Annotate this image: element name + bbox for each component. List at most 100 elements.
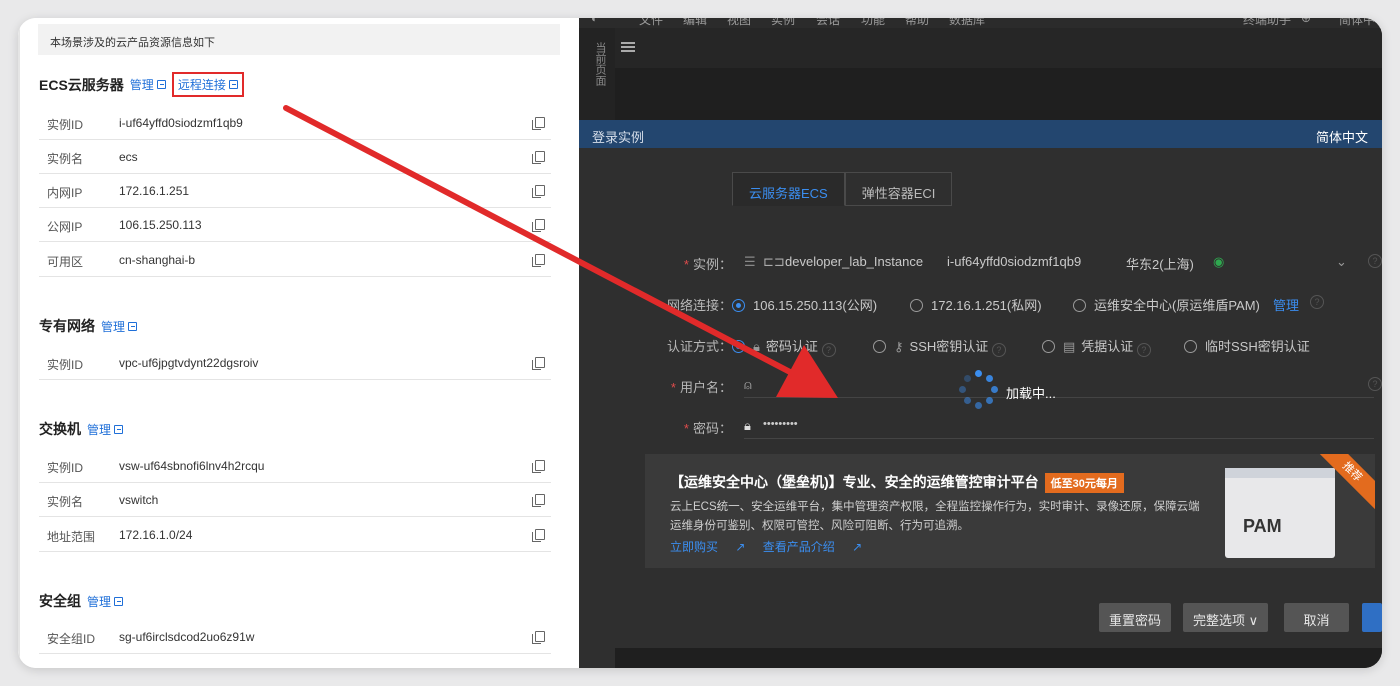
- confirm-button[interactable]: [1362, 603, 1382, 632]
- copy-icon[interactable]: [532, 254, 545, 267]
- password-row: * 密码： 🔒︎ •••••••••: [579, 414, 1382, 438]
- sg-section-header: 安全组 管理: [39, 591, 124, 611]
- open-link-icon: [128, 321, 138, 331]
- instance-region: 华东2(上海): [1126, 257, 1194, 272]
- menu-session[interactable]: 会话: [816, 18, 840, 28]
- network-row: 网络连接： 106.15.250.113(公网) 172.16.1.251(私网…: [579, 291, 1382, 315]
- tab-eci[interactable]: 弹性容器ECI: [844, 172, 953, 206]
- vswitch-title: 交换机: [39, 421, 81, 437]
- lock-icon: 🔒︎: [744, 418, 751, 433]
- password-input[interactable]: •••••••••: [763, 418, 798, 430]
- chevron-down-icon[interactable]: ⌄: [1336, 254, 1347, 270]
- side-strip: 当前页面: [579, 28, 615, 120]
- product-intro-link[interactable]: 查看产品介绍 ↗: [763, 540, 862, 554]
- remote-connect-link[interactable]: 远程连接: [171, 72, 244, 97]
- user-icon: ⍝: [744, 377, 752, 392]
- info-row: 内网IP 172.16.1.251: [39, 174, 551, 208]
- price-badge: 低至30元每月: [1044, 473, 1124, 493]
- terminal-assistant[interactable]: 终端助手: [1243, 18, 1291, 28]
- add-icon[interactable]: ⊕: [1301, 18, 1311, 25]
- loading-spinner-icon: [959, 370, 999, 410]
- username-label: * 用户名：: [670, 380, 732, 395]
- network-public-option[interactable]: 106.15.250.113(公网): [732, 295, 877, 314]
- full-options-button[interactable]: 完整选项 ∨: [1183, 603, 1269, 632]
- info-row: 实例名 vswitch: [39, 483, 551, 517]
- info-row: 实例ID vpc-uf6jpgtvdynt22dgsroiv: [39, 346, 551, 380]
- auth-password-option[interactable]: 🔒︎ 密码认证 ?: [732, 336, 836, 357]
- instance-name[interactable]: developer_lab_Instance: [785, 254, 923, 269]
- copy-icon[interactable]: [532, 219, 545, 232]
- vpc-section-header: 专有网络 管理: [39, 316, 138, 336]
- menu-feature[interactable]: 功能: [861, 18, 885, 28]
- copy-icon[interactable]: [532, 494, 545, 507]
- scrollbar[interactable]: [18, 18, 20, 668]
- network-manage-link[interactable]: 管理: [1273, 295, 1299, 314]
- menu-file[interactable]: 文件: [639, 18, 663, 28]
- instance-icon: ⊏⊐: [763, 254, 785, 269]
- menu-edit[interactable]: 编辑: [683, 18, 707, 28]
- open-link-icon: [156, 80, 166, 89]
- session-toolbar: [615, 28, 1382, 68]
- auth-ssh-option[interactable]: ⚷ SSH密钥认证 ?: [873, 336, 1006, 357]
- help-icon[interactable]: ?: [1368, 377, 1382, 391]
- instance-row: * 实例： ☰ ⊏⊐ developer_lab_Instance i-uf64y…: [579, 250, 1382, 274]
- language-switch[interactable]: 简体中文: [1316, 127, 1368, 146]
- menu-database[interactable]: 数据库: [949, 18, 985, 28]
- buy-now-link[interactable]: 立即购买 ↗: [670, 540, 745, 554]
- pam-illustration: PAM: [1225, 468, 1335, 558]
- vswitch-manage-link[interactable]: 管理: [87, 421, 124, 438]
- copy-icon[interactable]: [532, 151, 545, 164]
- copy-icon[interactable]: [532, 185, 545, 198]
- menu-view[interactable]: 视图: [727, 18, 751, 28]
- workbench-panel: ◐ 文件 编辑 视图 实例 会话 功能 帮助 数据库 终端助手 ⊕ 简体中 当前…: [579, 18, 1382, 668]
- menu-icon[interactable]: [621, 42, 635, 52]
- loading-text: 加载中...: [1006, 386, 1056, 401]
- info-row: 公网IP 106.15.250.113: [39, 208, 551, 242]
- copy-icon[interactable]: [532, 631, 545, 644]
- promo-card: 【运维安全中心（堡垒机)】专业、安全的运维管控审计平台 低至30元每月 云上ECS…: [645, 454, 1375, 568]
- auth-temp-ssh-option[interactable]: 临时SSH密钥认证: [1184, 336, 1310, 355]
- info-row: 实例名 ecs: [39, 140, 551, 174]
- auth-credential-option[interactable]: ▤ 凭据认证 ?: [1042, 336, 1151, 357]
- tab-ecs[interactable]: 云服务器ECS: [732, 172, 845, 206]
- instance-label: * 实例：: [683, 257, 732, 272]
- ecs-title: ECS云服务器: [39, 76, 124, 93]
- login-dialog-header: 登录实例 简体中文: [579, 120, 1382, 148]
- sg-manage-link[interactable]: 管理: [87, 593, 124, 610]
- help-icon[interactable]: ?: [1310, 295, 1324, 309]
- password-underline: [744, 438, 1374, 439]
- cancel-button[interactable]: 取消: [1284, 603, 1349, 632]
- dialog-title: 登录实例: [592, 130, 645, 145]
- help-icon[interactable]: ?: [1368, 254, 1382, 268]
- menu-help[interactable]: 帮助: [905, 18, 929, 28]
- info-row: 可用区 cn-shanghai-b: [39, 243, 551, 277]
- running-status-icon: ◉: [1213, 254, 1225, 269]
- login-dialog-body: 云服务器ECS 弹性容器ECI * 实例： ☰ ⊏⊐ developer_lab_…: [579, 148, 1382, 668]
- username-input[interactable]: [744, 397, 1374, 398]
- network-private-option[interactable]: 172.16.1.251(私网): [910, 295, 1042, 314]
- menu-instance[interactable]: 实例: [771, 18, 795, 28]
- vpc-title: 专有网络: [39, 318, 95, 334]
- copy-icon[interactable]: [532, 117, 545, 130]
- app-logo-icon: ◐: [591, 18, 599, 25]
- ecs-section-header: ECS云服务器 管理 远程连接: [39, 72, 244, 97]
- lang-menu[interactable]: 简体中: [1339, 18, 1375, 28]
- reset-password-button[interactable]: 重置密码: [1099, 603, 1172, 632]
- ecs-manage-link[interactable]: 管理: [130, 76, 166, 93]
- auth-label: 认证方式：: [666, 339, 732, 354]
- session-area: [615, 28, 1382, 120]
- current-page-label: 当前页面: [594, 42, 606, 86]
- copy-icon[interactable]: [532, 460, 545, 473]
- network-pam-option[interactable]: 运维安全中心(原运维盾PAM): [1073, 295, 1260, 314]
- open-link-icon: [228, 80, 238, 89]
- resource-info-panel: 本场景涉及的云产品资源信息如下 ECS云服务器 管理 远程连接 实例ID i-uf…: [18, 18, 579, 668]
- copy-icon[interactable]: [532, 529, 545, 542]
- terminal-bottom: [615, 648, 1382, 668]
- instance-id[interactable]: i-uf64yffd0siodzmf1qb9: [947, 254, 1081, 269]
- info-row: 实例ID vsw-uf64sbnofi6lnv4h2rcqu: [39, 449, 551, 483]
- sg-title: 安全组: [39, 593, 81, 609]
- copy-icon[interactable]: [532, 357, 545, 370]
- instance-type-tabs: 云服务器ECS 弹性容器ECI: [732, 172, 953, 206]
- vpc-manage-link[interactable]: 管理: [101, 318, 138, 335]
- screenshot-frame: 本场景涉及的云产品资源信息如下 ECS云服务器 管理 远程连接 实例ID i-uf…: [18, 18, 1382, 668]
